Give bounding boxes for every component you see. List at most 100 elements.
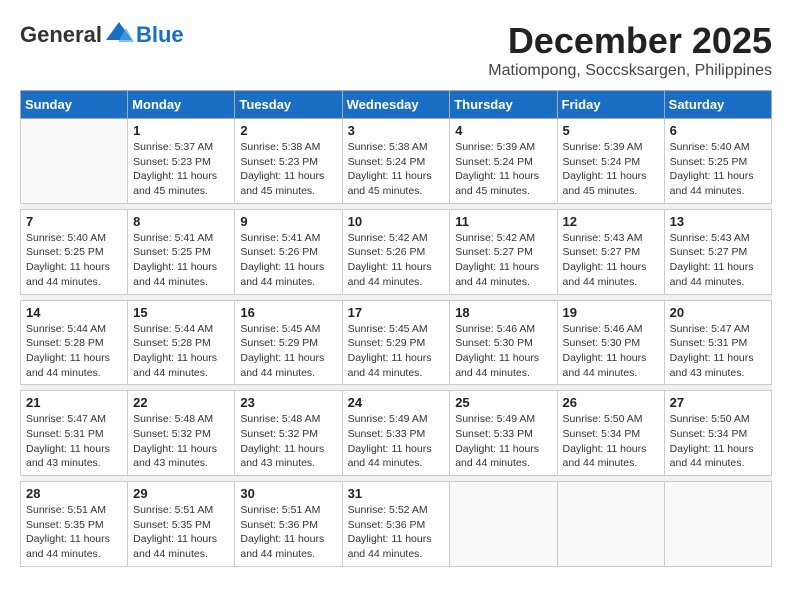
- day-number: 18: [455, 305, 551, 320]
- day-cell: 9 Sunrise: 5:41 AM Sunset: 5:26 PM Daylig…: [235, 209, 342, 294]
- day-info: Sunrise: 5:46 AM Sunset: 5:30 PM Dayligh…: [455, 322, 551, 381]
- day-info: Sunrise: 5:41 AM Sunset: 5:26 PM Dayligh…: [240, 231, 336, 290]
- day-number: 8: [133, 214, 229, 229]
- day-number: 17: [348, 305, 445, 320]
- day-number: 7: [26, 214, 122, 229]
- day-info: Sunrise: 5:43 AM Sunset: 5:27 PM Dayligh…: [563, 231, 659, 290]
- day-cell: 16 Sunrise: 5:45 AM Sunset: 5:29 PM Dayli…: [235, 300, 342, 385]
- day-cell: 28 Sunrise: 5:51 AM Sunset: 5:35 PM Dayli…: [21, 482, 128, 567]
- header: General Blue December 2025 Matiompong, S…: [20, 20, 772, 80]
- day-cell: [21, 119, 128, 204]
- day-cell: 8Sunrise: 5:41 AM Sunset: 5:25 PM Daylig…: [128, 209, 235, 294]
- day-info: Sunrise: 5:38 AM Sunset: 5:23 PM Dayligh…: [240, 140, 336, 199]
- header-sunday: Sunday: [21, 91, 128, 119]
- day-cell: 27 Sunrise: 5:50 AM Sunset: 5:34 PM Dayli…: [664, 391, 771, 476]
- day-info: Sunrise: 5:40 AM Sunset: 5:25 PM Dayligh…: [26, 231, 122, 290]
- day-cell: 26Sunrise: 5:50 AM Sunset: 5:34 PM Dayli…: [557, 391, 664, 476]
- day-info: Sunrise: 5:37 AM Sunset: 5:23 PM Dayligh…: [133, 140, 229, 199]
- day-number: 19: [563, 305, 659, 320]
- day-cell: 14 Sunrise: 5:44 AM Sunset: 5:28 PM Dayli…: [21, 300, 128, 385]
- week-row-3: 21Sunrise: 5:47 AM Sunset: 5:31 PM Dayli…: [21, 391, 772, 476]
- day-cell: 10Sunrise: 5:42 AM Sunset: 5:26 PM Dayli…: [342, 209, 450, 294]
- day-info: Sunrise: 5:45 AM Sunset: 5:29 PM Dayligh…: [240, 322, 336, 381]
- day-cell: 6 Sunrise: 5:40 AM Sunset: 5:25 PM Daylig…: [664, 119, 771, 204]
- day-info: Sunrise: 5:52 AM Sunset: 5:36 PM Dayligh…: [348, 503, 445, 562]
- day-info: Sunrise: 5:39 AM Sunset: 5:24 PM Dayligh…: [455, 140, 551, 199]
- day-cell: 22 Sunrise: 5:48 AM Sunset: 5:32 PM Dayli…: [128, 391, 235, 476]
- header-monday: Monday: [128, 91, 235, 119]
- day-info: Sunrise: 5:49 AM Sunset: 5:33 PM Dayligh…: [455, 412, 551, 471]
- day-info: Sunrise: 5:39 AM Sunset: 5:24 PM Dayligh…: [563, 140, 659, 199]
- logo-general-text: General: [20, 22, 102, 48]
- day-number: 26: [563, 395, 659, 410]
- header-thursday: Thursday: [450, 91, 557, 119]
- week-row-4: 28 Sunrise: 5:51 AM Sunset: 5:35 PM Dayli…: [21, 482, 772, 567]
- day-info: Sunrise: 5:45 AM Sunset: 5:29 PM Dayligh…: [348, 322, 445, 381]
- day-info: Sunrise: 5:44 AM Sunset: 5:28 PM Dayligh…: [133, 322, 229, 381]
- logo-blue-text: Blue: [136, 22, 184, 48]
- day-number: 24: [348, 395, 445, 410]
- header-saturday: Saturday: [664, 91, 771, 119]
- day-number: 14: [26, 305, 122, 320]
- day-number: 23: [240, 395, 336, 410]
- day-number: 22: [133, 395, 229, 410]
- day-info: Sunrise: 5:51 AM Sunset: 5:35 PM Dayligh…: [133, 503, 229, 562]
- day-cell: 4Sunrise: 5:39 AM Sunset: 5:24 PM Daylig…: [450, 119, 557, 204]
- week-row-0: 1 Sunrise: 5:37 AM Sunset: 5:23 PM Daylig…: [21, 119, 772, 204]
- day-cell: 29Sunrise: 5:51 AM Sunset: 5:35 PM Dayli…: [128, 482, 235, 567]
- logo: General Blue: [20, 20, 184, 50]
- day-info: Sunrise: 5:51 AM Sunset: 5:35 PM Dayligh…: [26, 503, 122, 562]
- day-cell: [450, 482, 557, 567]
- day-cell: 15 Sunrise: 5:44 AM Sunset: 5:28 PM Dayli…: [128, 300, 235, 385]
- day-cell: 20Sunrise: 5:47 AM Sunset: 5:31 PM Dayli…: [664, 300, 771, 385]
- day-number: 13: [670, 214, 766, 229]
- day-info: Sunrise: 5:40 AM Sunset: 5:25 PM Dayligh…: [670, 140, 766, 199]
- day-number: 25: [455, 395, 551, 410]
- day-number: 1: [133, 123, 229, 138]
- day-number: 16: [240, 305, 336, 320]
- header-tuesday: Tuesday: [235, 91, 342, 119]
- day-cell: 25 Sunrise: 5:49 AM Sunset: 5:33 PM Dayli…: [450, 391, 557, 476]
- month-title: December 2025: [488, 20, 772, 62]
- day-cell: 12 Sunrise: 5:43 AM Sunset: 5:27 PM Dayli…: [557, 209, 664, 294]
- week-row-1: 7 Sunrise: 5:40 AM Sunset: 5:25 PM Daylig…: [21, 209, 772, 294]
- day-cell: [557, 482, 664, 567]
- day-info: Sunrise: 5:44 AM Sunset: 5:28 PM Dayligh…: [26, 322, 122, 381]
- day-cell: 3 Sunrise: 5:38 AM Sunset: 5:24 PM Daylig…: [342, 119, 450, 204]
- day-number: 9: [240, 214, 336, 229]
- day-number: 27: [670, 395, 766, 410]
- day-cell: [664, 482, 771, 567]
- day-cell: 11Sunrise: 5:42 AM Sunset: 5:27 PM Dayli…: [450, 209, 557, 294]
- day-number: 11: [455, 214, 551, 229]
- day-number: 15: [133, 305, 229, 320]
- day-info: Sunrise: 5:51 AM Sunset: 5:36 PM Dayligh…: [240, 503, 336, 562]
- calendar-table: SundayMondayTuesdayWednesdayThursdayFrid…: [20, 90, 772, 567]
- day-cell: 21Sunrise: 5:47 AM Sunset: 5:31 PM Dayli…: [21, 391, 128, 476]
- day-cell: 5Sunrise: 5:39 AM Sunset: 5:24 PM Daylig…: [557, 119, 664, 204]
- day-cell: 1 Sunrise: 5:37 AM Sunset: 5:23 PM Daylig…: [128, 119, 235, 204]
- day-info: Sunrise: 5:38 AM Sunset: 5:24 PM Dayligh…: [348, 140, 445, 199]
- day-info: Sunrise: 5:47 AM Sunset: 5:31 PM Dayligh…: [26, 412, 122, 471]
- day-cell: 17 Sunrise: 5:45 AM Sunset: 5:29 PM Dayli…: [342, 300, 450, 385]
- header-friday: Friday: [557, 91, 664, 119]
- title-area: December 2025 Matiompong, Soccsksargen, …: [488, 20, 772, 80]
- day-cell: 2 Sunrise: 5:38 AM Sunset: 5:23 PM Daylig…: [235, 119, 342, 204]
- day-number: 12: [563, 214, 659, 229]
- day-cell: 7 Sunrise: 5:40 AM Sunset: 5:25 PM Daylig…: [21, 209, 128, 294]
- day-number: 3: [348, 123, 445, 138]
- day-info: Sunrise: 5:48 AM Sunset: 5:32 PM Dayligh…: [133, 412, 229, 471]
- location-title: Matiompong, Soccsksargen, Philippines: [488, 62, 772, 80]
- day-number: 2: [240, 123, 336, 138]
- day-number: 30: [240, 486, 336, 501]
- day-number: 10: [348, 214, 445, 229]
- calendar-header-row: SundayMondayTuesdayWednesdayThursdayFrid…: [21, 91, 772, 119]
- day-cell: 30 Sunrise: 5:51 AM Sunset: 5:36 PM Dayli…: [235, 482, 342, 567]
- day-info: Sunrise: 5:48 AM Sunset: 5:32 PM Dayligh…: [240, 412, 336, 471]
- day-number: 6: [670, 123, 766, 138]
- day-cell: 18 Sunrise: 5:46 AM Sunset: 5:30 PM Dayli…: [450, 300, 557, 385]
- day-info: Sunrise: 5:43 AM Sunset: 5:27 PM Dayligh…: [670, 231, 766, 290]
- day-cell: 19Sunrise: 5:46 AM Sunset: 5:30 PM Dayli…: [557, 300, 664, 385]
- day-number: 28: [26, 486, 122, 501]
- day-info: Sunrise: 5:50 AM Sunset: 5:34 PM Dayligh…: [670, 412, 766, 471]
- day-info: Sunrise: 5:49 AM Sunset: 5:33 PM Dayligh…: [348, 412, 445, 471]
